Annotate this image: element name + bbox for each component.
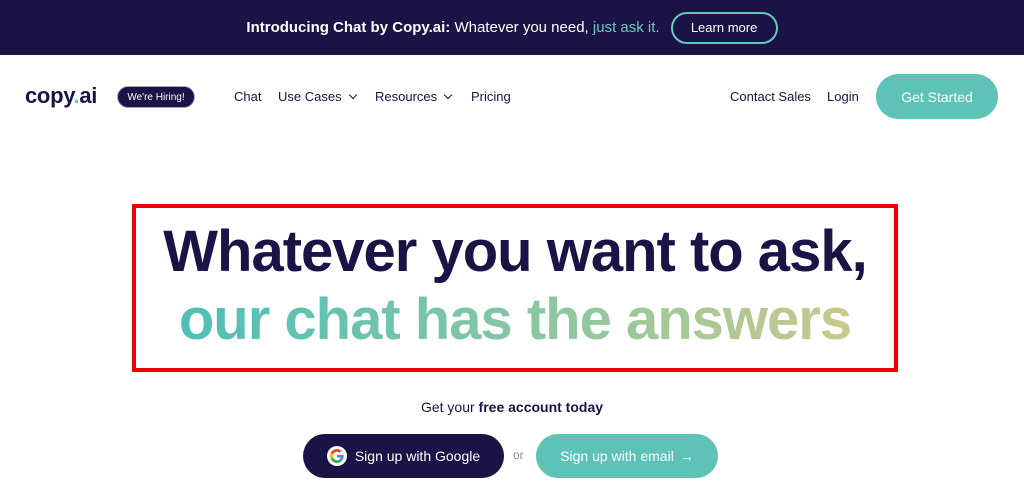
- contact-sales-label: Contact Sales: [730, 89, 811, 104]
- login-link[interactable]: Login: [827, 89, 859, 104]
- nav-link-chat[interactable]: Chat: [234, 89, 261, 104]
- announcement-body: Whatever you need,: [450, 19, 593, 36]
- learn-more-button[interactable]: Learn more: [670, 11, 778, 44]
- announcement-highlight: just ask it.: [592, 19, 660, 36]
- nav-link-label: Pricing: [471, 89, 511, 104]
- announcement-bold: Introducing Chat by Copy.ai:: [246, 19, 451, 36]
- free-account-text: Get your free account today: [0, 399, 1024, 415]
- nav-link-label: Chat: [234, 89, 262, 104]
- hero-gradient-text: our chat has the answers: [178, 287, 852, 352]
- arrow-right-icon: →: [679, 448, 694, 464]
- chevron-down-icon: [443, 90, 453, 100]
- free-account-prefix: Get your: [420, 399, 479, 415]
- logo-suffix: ai: [79, 83, 98, 108]
- or-separator: or: [513, 448, 524, 462]
- get-started-button[interactable]: Get Started: [876, 74, 998, 119]
- google-icon: [326, 446, 347, 466]
- contact-sales-link[interactable]: Contact Sales: [730, 89, 811, 104]
- announcement-text: Introducing Chat by Copy.ai: Whatever yo…: [246, 19, 659, 36]
- nav-link-label: Use Cases: [278, 89, 342, 104]
- nav-link-label: Resources: [375, 89, 438, 104]
- hero-subheadline: our chat has the answers: [132, 286, 898, 353]
- main-nav: copy.ai We're Hiring! Chat Use Cases Res…: [0, 55, 1024, 139]
- announcement-bar: Introducing Chat by Copy.ai: Whatever yo…: [0, 0, 1024, 55]
- hero-headline: Whatever you want to ask,: [163, 219, 867, 284]
- google-button-label: Sign up with Google: [354, 448, 481, 464]
- sign-up-google-button[interactable]: Sign up with Google: [303, 434, 504, 478]
- login-label: Login: [827, 89, 859, 104]
- free-account-bold: free account today: [478, 399, 604, 415]
- nav-link-pricing[interactable]: Pricing: [471, 89, 511, 104]
- email-button-label: Sign up with email: [560, 448, 674, 464]
- chevron-down-icon: [348, 90, 357, 100]
- sign-up-email-button[interactable]: Sign up with email →: [536, 434, 718, 478]
- nav-link-use-cases[interactable]: Use Cases: [278, 89, 357, 104]
- nav-link-resources[interactable]: Resources: [375, 89, 453, 104]
- copyai-logo[interactable]: copy.ai: [25, 83, 97, 109]
- hiring-badge[interactable]: We're Hiring!: [117, 86, 195, 108]
- logo-text: copy: [25, 83, 74, 108]
